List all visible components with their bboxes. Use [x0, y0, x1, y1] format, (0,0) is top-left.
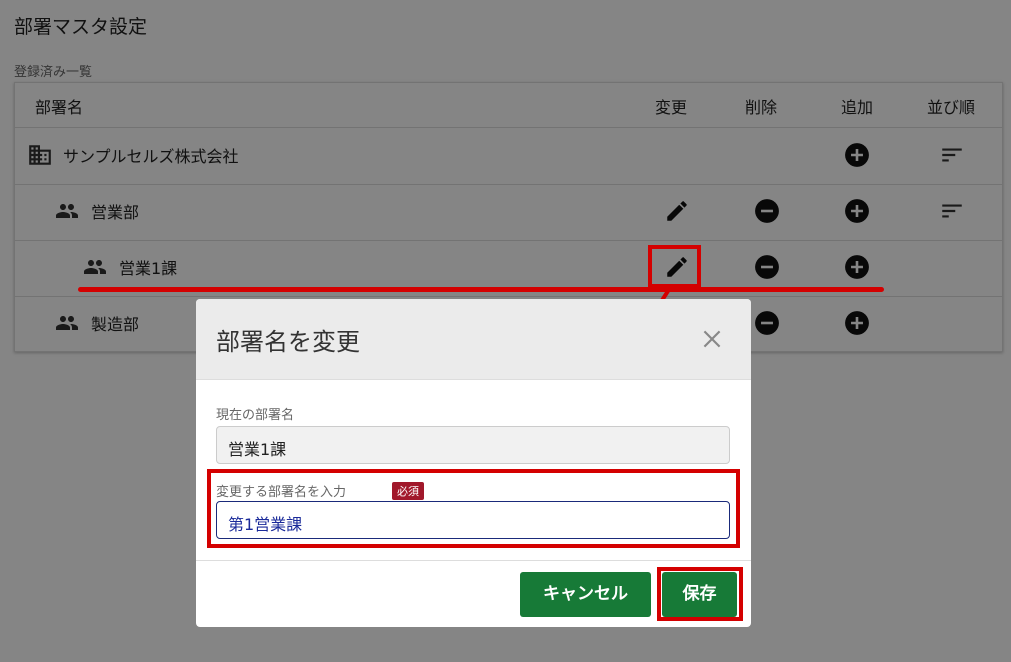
close-icon[interactable] [699, 326, 725, 352]
current-name-field: 営業1課 [216, 426, 730, 464]
rename-department-dialog: 部署名を変更 現在の部署名 営業1課 変更する部署名を入力 必須 第1営業課 キ… [196, 299, 751, 627]
cancel-button[interactable]: キャンセル [520, 572, 651, 617]
dialog-title: 部署名を変更 [216, 328, 360, 356]
dialog-header: 部署名を変更 [196, 299, 751, 380]
highlight-save-box [657, 567, 743, 621]
dialog-footer-divider [196, 560, 751, 561]
highlight-input-box [207, 469, 740, 548]
current-name-label: 現在の部署名 [216, 408, 295, 423]
